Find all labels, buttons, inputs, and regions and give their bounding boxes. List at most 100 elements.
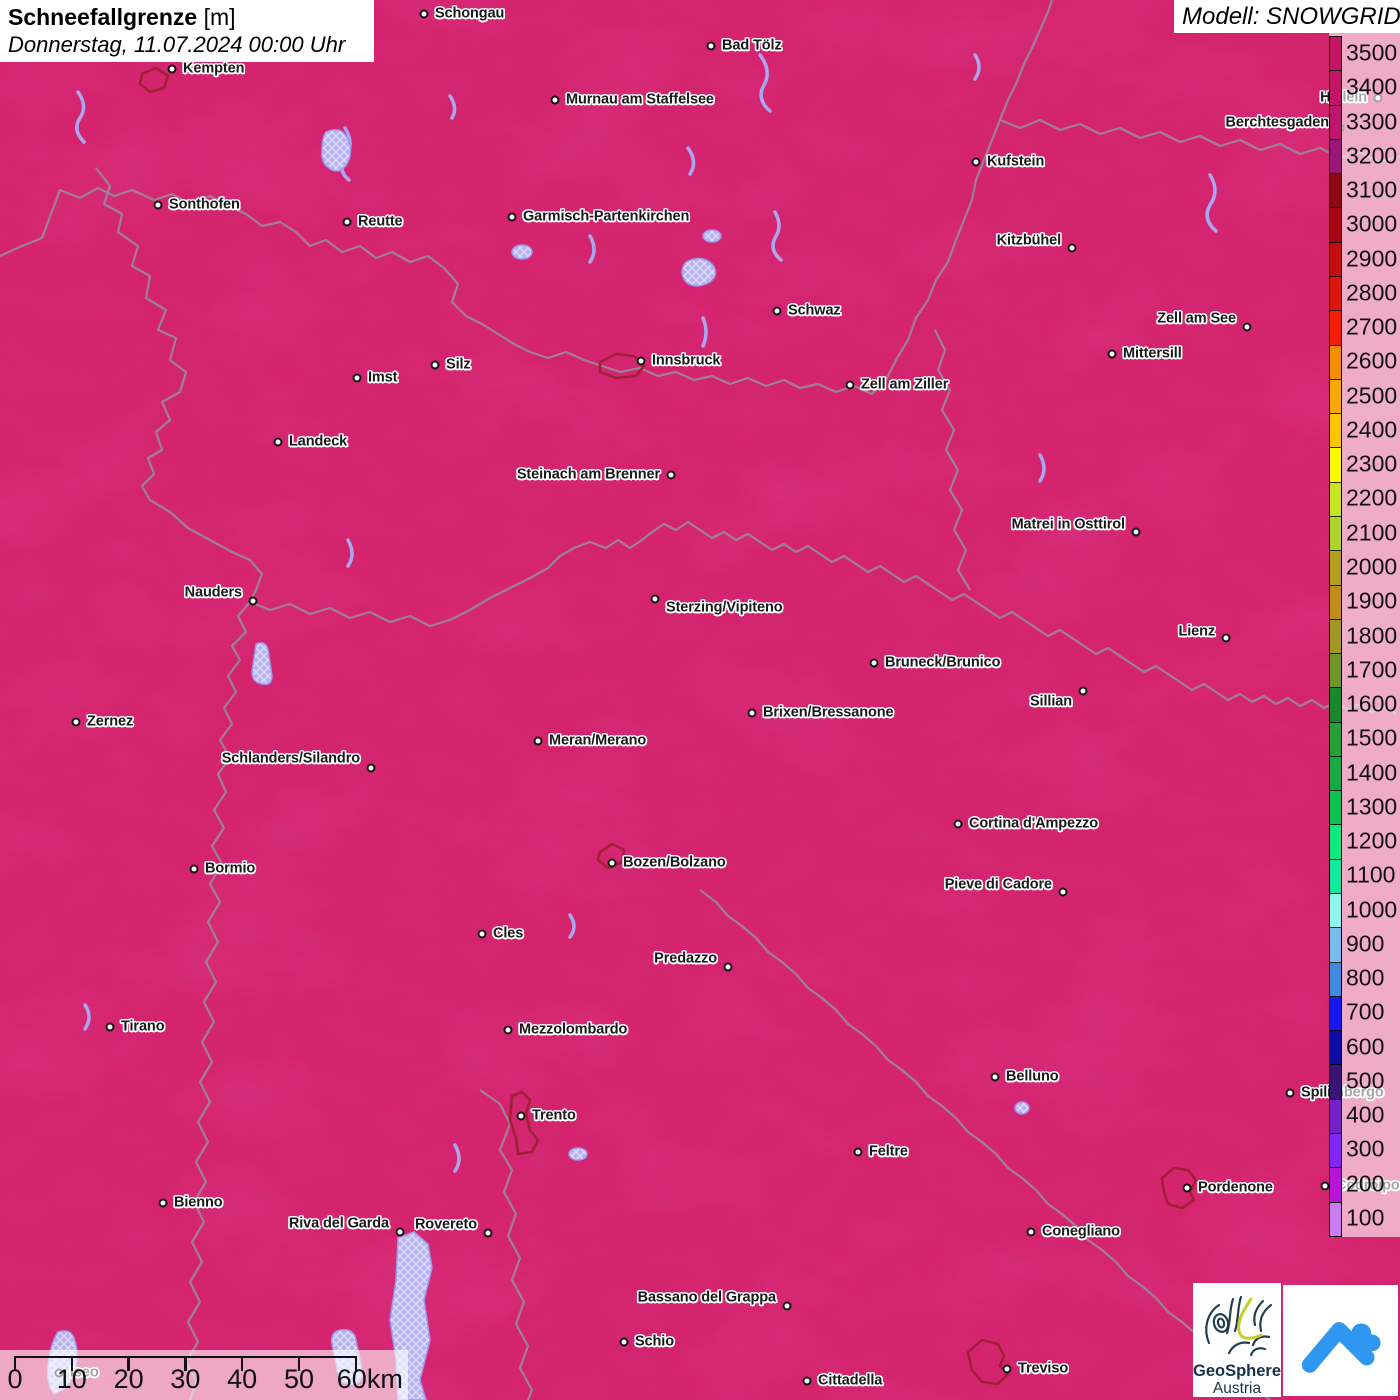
legend-value-label: 1300 <box>1346 793 1398 820</box>
city-label: Cles <box>493 925 524 942</box>
city-dot-icon <box>167 64 177 74</box>
city-dot-icon <box>395 1227 405 1237</box>
legend-value-label: 1800 <box>1346 622 1398 648</box>
city-label: Pordenone <box>1198 1179 1273 1196</box>
city-dot-icon <box>845 380 855 390</box>
legend-value-label: 2100 <box>1346 519 1398 546</box>
city-dot-icon <box>666 470 676 480</box>
city-label: Mezzolombardo <box>519 1021 628 1038</box>
legend-color-segment <box>1330 962 1341 997</box>
city-dot-icon <box>971 157 981 167</box>
weather-map-screenshot: Schongau Bad Tölz Kempten Murnau am Staffel… <box>0 0 1400 1400</box>
city-label: Garmisch-Partenkirchen <box>523 208 690 225</box>
legend-value-label: 1500 <box>1346 724 1398 751</box>
legend-value-label: 1700 <box>1346 656 1398 683</box>
city-dot-icon <box>619 1337 629 1347</box>
city-label: Imst <box>368 369 398 386</box>
city-label: Zernez <box>87 713 134 730</box>
geosphere-logo-org: GeoSphere <box>1193 1362 1282 1380</box>
city-label: Schlanders/Silandro <box>221 750 360 767</box>
city-dot-icon <box>782 1301 792 1311</box>
city-dot-icon <box>477 929 487 939</box>
map-scale-bar: 0 10 20 30 40 50 60km <box>0 1350 408 1400</box>
legend-value-label: 2700 <box>1346 313 1398 340</box>
legend-color-segment <box>1330 311 1341 346</box>
city-dot-icon <box>650 594 660 604</box>
geosphere-logo-box: GeoSphere Austria <box>1193 1283 1281 1397</box>
geosphere-contour-icon <box>1205 1295 1273 1357</box>
legend-color-segment <box>1330 174 1341 209</box>
city-label: Nauders <box>184 584 242 601</box>
title-datetime: Donnerstag, 11.07.2024 00:00 Uhr <box>8 32 346 57</box>
city-dot-icon <box>430 360 440 370</box>
city-dot-icon <box>273 437 283 447</box>
city-dot-icon <box>352 373 362 383</box>
city-label: Schwaz <box>788 302 841 319</box>
city-label: Pieve di Cadore <box>944 876 1052 893</box>
city-label: Feltre <box>869 1143 908 1160</box>
city-label: Sonthofen <box>169 196 240 213</box>
city-dot-icon <box>153 200 163 210</box>
legend-color-segment <box>1330 1134 1341 1169</box>
legend-color-segment <box>1330 1202 1341 1236</box>
city-dot-icon <box>1131 527 1141 537</box>
city-dot-icon <box>853 1147 863 1157</box>
city-dot-icon <box>71 717 81 727</box>
legend-panel: 3500 3400 3300 3200 3100 3000 2900 2800 2700 2600… <box>1329 33 1400 1237</box>
city-dot-icon <box>1026 1227 1036 1237</box>
legend-color-segment <box>1330 276 1341 312</box>
city-label: Lienz <box>1178 623 1215 640</box>
legend-value-label: 700 <box>1346 998 1385 1025</box>
legend-value-label: 1000 <box>1346 896 1398 923</box>
legend-value-label: 600 <box>1346 1033 1385 1060</box>
city-dot-icon <box>747 708 757 718</box>
city-dot-icon <box>1182 1183 1192 1193</box>
legend-color-segment <box>1330 859 1341 895</box>
model-label: Modell: SNOWGRID <box>1174 0 1400 33</box>
city-label: Steinach am Brenner <box>516 466 660 483</box>
city-label: Berchtesgaden <box>1225 114 1330 131</box>
legend-color-segment <box>1330 1031 1341 1066</box>
scale-bar-label: 20 <box>113 1364 144 1394</box>
legend-color-segment <box>1330 722 1341 757</box>
legend-value-label: 2900 <box>1346 245 1398 272</box>
legend-color-segment <box>1330 482 1341 517</box>
legend-value-label: 1100 <box>1346 861 1396 888</box>
legend-value-label: 900 <box>1346 930 1385 957</box>
scale-bar-label: 50 <box>283 1364 315 1394</box>
city-label: Kufstein <box>987 153 1045 170</box>
legend-colorbar <box>1329 36 1342 1237</box>
legend-value-label: 2200 <box>1346 484 1398 511</box>
legend-color-segment <box>1330 928 1341 963</box>
city-dot-icon <box>533 736 543 746</box>
legend-value-label: 3000 <box>1346 210 1398 237</box>
city-label: Schio <box>635 1333 674 1350</box>
city-label: Landeck <box>289 433 348 450</box>
legend-color-segment <box>1330 139 1341 175</box>
city-dot-icon <box>1078 686 1088 696</box>
scale-bar-label: 0 <box>7 1364 23 1394</box>
legend-color-segment <box>1330 688 1341 723</box>
city-label: Kempten <box>183 60 245 77</box>
city-dot-icon <box>248 596 258 606</box>
legend-value-label: 3300 <box>1346 108 1398 135</box>
legend-color-segment <box>1330 105 1341 140</box>
legend-color-segment <box>1330 345 1341 380</box>
city-label: Conegliano <box>1042 1223 1120 1240</box>
city-dot-icon <box>550 95 560 105</box>
city-dot-icon <box>802 1376 812 1386</box>
legend-value-label: 1400 <box>1346 759 1398 786</box>
city-dot-icon <box>772 306 782 316</box>
city-label: Riva del Garda <box>288 1215 389 1232</box>
legend-color-segment <box>1330 1065 1341 1100</box>
city-label: Sillian <box>1029 693 1072 710</box>
city-dot-icon <box>189 864 199 874</box>
legend-value-label: 2300 <box>1346 450 1398 477</box>
legend-value-label: 200 <box>1346 1170 1385 1197</box>
scale-bar-label: 30 <box>170 1364 201 1394</box>
legend-color-segment <box>1330 1168 1341 1203</box>
legend-value-label: 400 <box>1346 1101 1385 1128</box>
legend-color-segment <box>1330 448 1341 483</box>
city-label: Bassano del Grappa <box>637 1289 777 1306</box>
city-label: Rovereto <box>414 1216 477 1233</box>
